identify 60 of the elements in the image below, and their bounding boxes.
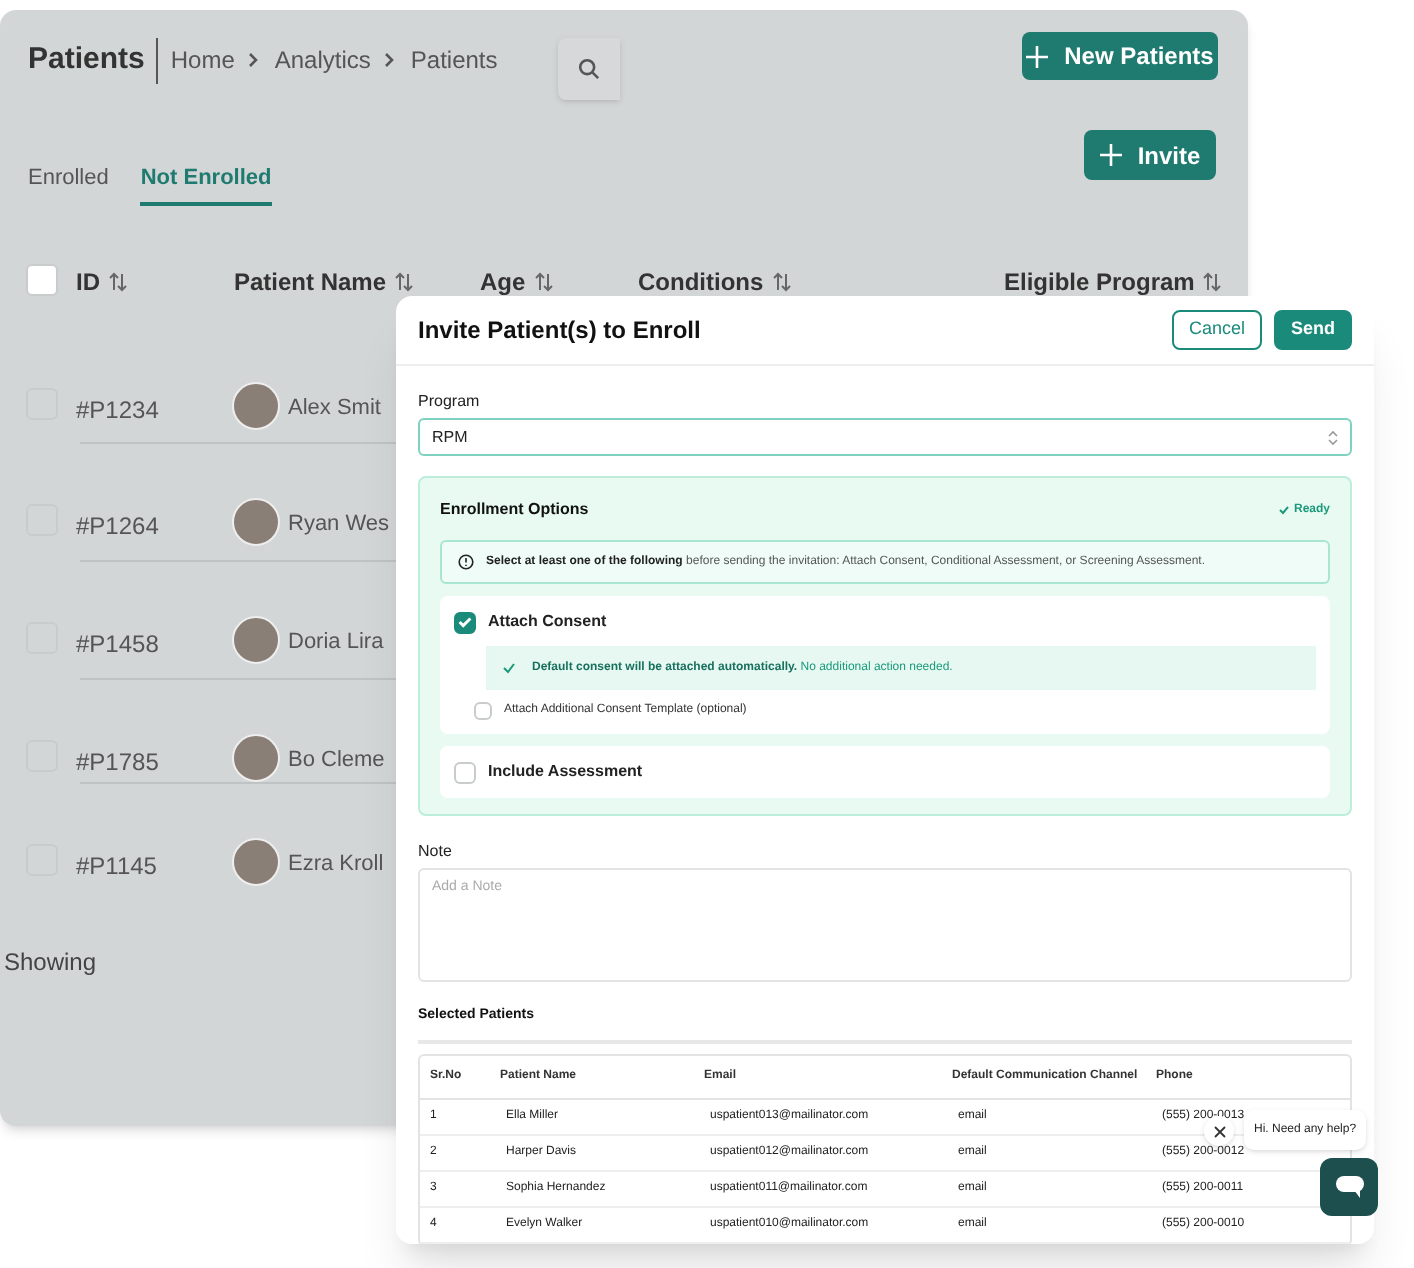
chevron-icon <box>246 52 263 69</box>
patient-id: #P1234 <box>76 394 159 428</box>
checkbox[interactable] <box>26 264 58 296</box>
chevron-icon <box>382 52 399 69</box>
column-header[interactable]: Age <box>480 264 554 300</box>
close-icon <box>1213 1125 1225 1137</box>
patient-name: Bo Cleme <box>288 746 385 776</box>
page-title: Patients <box>28 38 159 83</box>
sort-icon <box>108 272 128 292</box>
cancel-button[interactable]: Cancel <box>1172 310 1262 350</box>
option-label: Include Assessment <box>488 760 643 784</box>
chat-button[interactable] <box>1320 1158 1378 1216</box>
chat-icon <box>1335 1176 1363 1198</box>
tab[interactable]: Enrolled <box>28 162 109 205</box>
sort-icon <box>1202 272 1223 292</box>
program-select[interactable]: RPM <box>418 418 1352 456</box>
dialog-title: Invite Patient(s) to Enroll <box>418 314 701 348</box>
add-button[interactable]: Invite <box>1084 130 1216 180</box>
column-header[interactable]: Conditions <box>638 264 792 300</box>
patient-name: Ryan Wes <box>288 510 390 540</box>
check-icon <box>1277 504 1290 516</box>
option-label: Attach Consent <box>488 610 607 634</box>
patient-name: Doria Lira <box>288 628 384 658</box>
patient-name: Ezra Kroll <box>288 850 384 880</box>
tab[interactable]: Not Enrolled <box>140 162 272 205</box>
column-header[interactable]: ID <box>76 264 128 300</box>
footer-text: Showing <box>4 946 97 980</box>
checkbox[interactable] <box>454 611 476 633</box>
plus-icon <box>1026 45 1049 67</box>
patient-id: #P1785 <box>76 746 159 780</box>
breadcrumb-link[interactable]: Patients <box>410 42 498 79</box>
field-label: Program <box>418 390 482 414</box>
sort-icon <box>533 272 554 292</box>
patient-name: Alex Smit <box>288 394 381 424</box>
updown-icon <box>1328 429 1338 445</box>
check-icon <box>502 662 516 674</box>
breadcrumb-link[interactable]: Analytics <box>274 42 371 79</box>
avatar <box>232 382 280 430</box>
sort-icon <box>394 272 415 292</box>
checkbox[interactable] <box>454 761 476 783</box>
checkbox[interactable] <box>474 702 492 720</box>
info-icon <box>458 554 474 570</box>
patient-id: #P1458 <box>76 628 159 662</box>
search-button[interactable] <box>558 38 620 100</box>
search-icon <box>578 58 600 80</box>
patient-id: #P1145 <box>76 850 157 884</box>
avatar <box>232 616 280 664</box>
avatar <box>232 734 280 782</box>
avatar <box>232 498 280 546</box>
add-button[interactable]: New Patients <box>1022 32 1218 80</box>
section-title: Enrollment Options <box>440 498 589 522</box>
send-button[interactable]: Send <box>1274 310 1352 350</box>
plus-icon <box>1099 144 1122 166</box>
column-header[interactable]: Eligible Program <box>1004 264 1223 300</box>
field-label: Note <box>418 840 454 864</box>
breadcrumb-link[interactable]: Home <box>170 42 235 79</box>
avatar <box>232 838 280 886</box>
patient-id: #P1264 <box>76 510 159 544</box>
column-header[interactable]: Patient Name <box>234 264 415 300</box>
sort-icon <box>771 272 792 292</box>
